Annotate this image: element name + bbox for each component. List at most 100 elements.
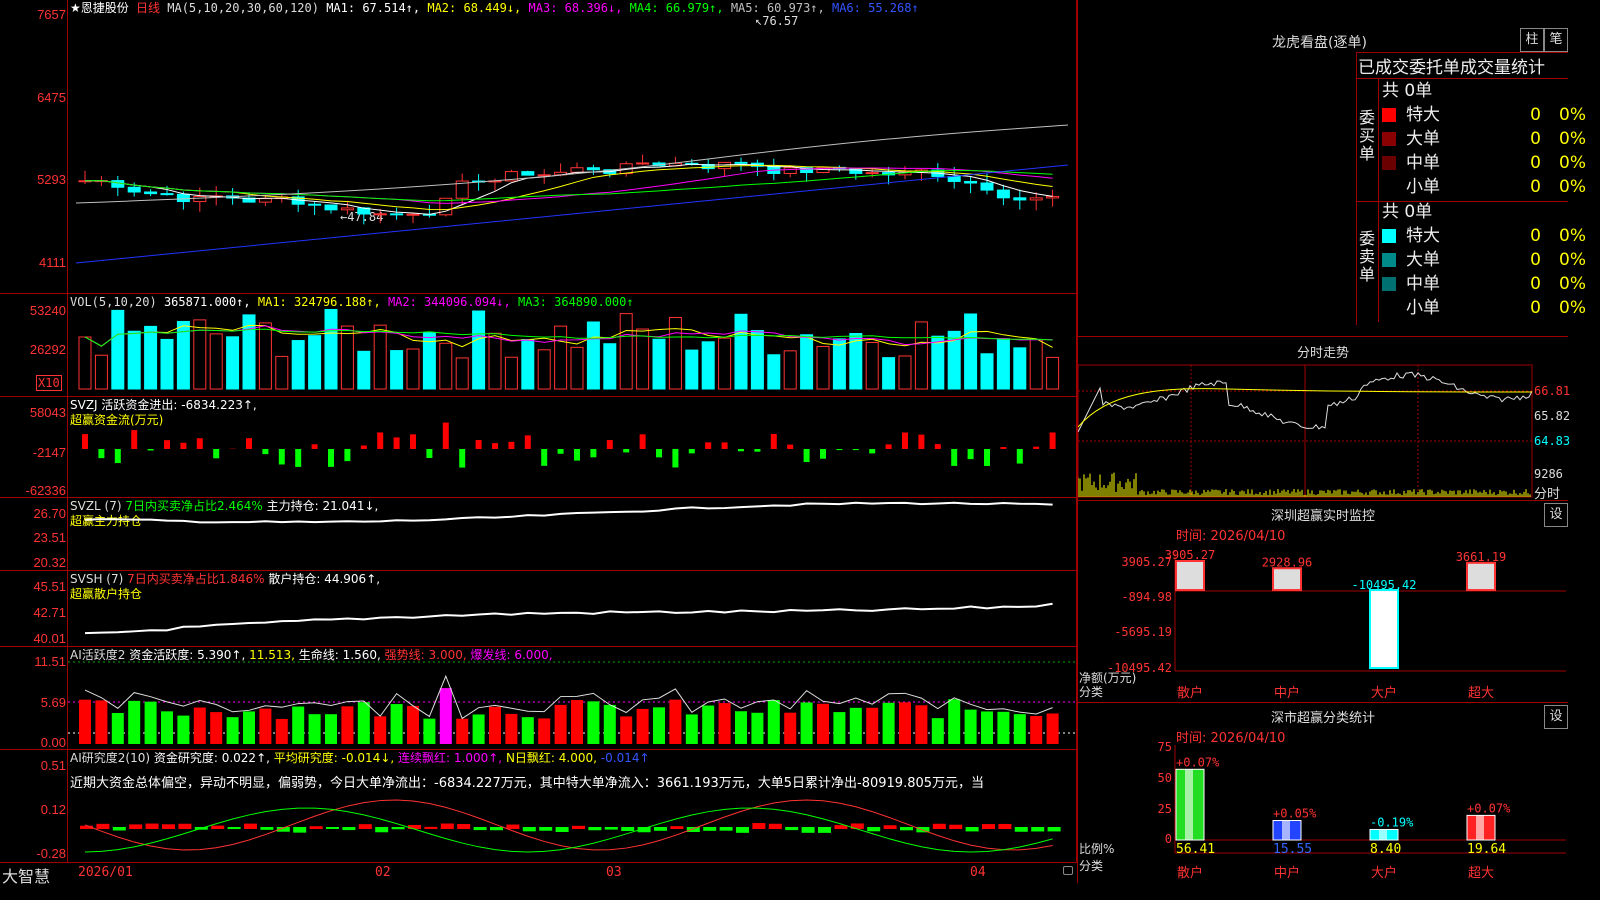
svzj-pane[interactable]: 58043 -2147 -62336 SVZJ 活跃资金进出: -6834.22… (0, 396, 1077, 498)
net-bar-2 (1369, 589, 1399, 669)
sell-pct: 0% (1559, 274, 1586, 294)
candle-body (996, 189, 1010, 199)
classify-chart[interactable]: +0.07% 56.41 散户 +0.05% 15.55 中户 -0.19% 8.40 大户 +0… (1078, 703, 1569, 883)
category-1: 中户 (1274, 685, 1300, 701)
buy-pct: 0% (1559, 129, 1586, 149)
activity-bar (1030, 716, 1043, 744)
research-bar (949, 824, 963, 829)
money-flow-bar (131, 430, 138, 449)
net-bar-3 (1466, 561, 1496, 592)
category-0: 散户 (1177, 865, 1203, 881)
change-0: +0.07% (1176, 755, 1220, 769)
activity-bar (981, 711, 993, 744)
sell-count: 0 (1530, 226, 1541, 246)
candlestick-chart[interactable] (0, 0, 1077, 293)
dragon-tiger-panel[interactable]: 龙虎看盘(逐单) 柱 笔 已成交委托单成交量统计 委买单 共 0单 特大 0 0% 大… (1077, 0, 1586, 336)
money-flow-bar (164, 440, 170, 449)
candle-body (521, 171, 535, 176)
candle-body (127, 186, 141, 193)
research-bar (391, 827, 405, 830)
money-flow-bar (196, 438, 203, 449)
svzl-chart[interactable] (0, 498, 1077, 571)
ratio-bar-shine-3 (1476, 815, 1484, 840)
activity-bar (620, 716, 633, 744)
volume-bar (504, 356, 518, 390)
svsh-chart[interactable] (0, 571, 1077, 647)
ai-active-pane[interactable]: 11.51 5.69 0.00 AI活跃度2 资金活跃度: 5.390↑, 11… (0, 646, 1077, 750)
research-bar (522, 827, 536, 832)
buy-name: 小单 (1406, 177, 1440, 197)
candle-body (1046, 195, 1060, 199)
change-2: -0.19% (1370, 815, 1414, 829)
intraday-panel[interactable]: 分时走势 66.81 65.82 64.83 9286 分时 (1077, 336, 1570, 502)
tick-mode-button[interactable]: 笔 (1544, 28, 1568, 52)
money-flow-bar (344, 449, 351, 462)
research-bar (965, 827, 979, 832)
activity-bar (407, 705, 419, 744)
classify-panel[interactable]: 深市超赢分类统计 设 时间: 2026/04/10 75 50 25 0 比例%… (1077, 702, 1568, 883)
research-bar (900, 827, 913, 831)
svsh-pane[interactable]: 45.51 42.71 40.01 SVSH (7) 7日内买卖净占比1.846… (0, 570, 1077, 647)
research-bar (342, 827, 356, 831)
candle-body (176, 193, 190, 203)
activity-bar (784, 712, 797, 744)
research-bar (1014, 827, 1028, 832)
ai-research-chart[interactable] (0, 750, 1077, 869)
money-flow-bar (278, 449, 285, 465)
ai-active-chart[interactable] (0, 647, 1077, 750)
volume-pane[interactable]: 53240 26292 X10 VOL(5,10,20) 365871.000↑… (0, 293, 1077, 397)
money-flow-bar (934, 444, 941, 449)
activity-bar (390, 704, 403, 744)
price-pane[interactable]: 7657 6475 5293 4111 ★恩捷股份 日线 MA(5,10,20,… (0, 0, 1077, 293)
research-bar (473, 827, 487, 831)
candle-body (193, 195, 207, 203)
buy-row: 小单 0 0% (1378, 175, 1586, 199)
sell-total-text: 共 0单 (1382, 202, 1433, 222)
volume-bar (160, 338, 174, 390)
date-label-2: 02 (375, 865, 391, 880)
footer-bar: 大智慧 2026/01 02 03 04 (0, 862, 1077, 886)
change-3: +0.07% (1467, 801, 1511, 815)
buy-count: 0 (1530, 153, 1541, 173)
bar-mode-button[interactable]: 柱 (1520, 28, 1544, 52)
svzj-chart[interactable] (0, 397, 1077, 498)
buy-swatch (1382, 132, 1396, 146)
research-bar (1047, 827, 1061, 832)
ratio-value-3: 19.64 (1467, 842, 1506, 857)
net-value-1: 2928.96 (1262, 555, 1313, 569)
activity-bar (210, 712, 223, 744)
intraday-chart[interactable] (1078, 337, 1569, 501)
sell-swatch (1382, 253, 1396, 267)
volume-bar (291, 340, 305, 390)
money-flow-bar (180, 442, 187, 449)
net-bar-0 (1175, 560, 1205, 592)
money-flow-bar (590, 449, 597, 458)
money-flow-bar (984, 449, 990, 466)
sell-name: 特大 (1406, 226, 1440, 246)
svzl-pane[interactable]: 26.70 23.51 20.32 SVZL (7) 7日内买卖净占比2.464… (0, 497, 1077, 571)
monitor-chart[interactable]: 3905.27 散户 2928.96 中户 -10495.42 大户 3661.19 超大 (1078, 501, 1569, 703)
activity-bar (456, 718, 469, 744)
buy-row: 中单 0 0% (1378, 151, 1586, 175)
lock-icon[interactable] (1063, 866, 1073, 875)
activity-bar (538, 718, 551, 744)
sell-row: 小单 0 0% (1378, 296, 1586, 320)
monitor-panel[interactable]: 深圳超赢实时监控 设 时间: 2026/04/10 3905.27 -894.9… (1077, 500, 1568, 703)
volume-bar (636, 328, 650, 390)
money-flow-bar (721, 442, 728, 449)
activity-bar (374, 716, 387, 744)
brand-logo[interactable]: 大智慧 (2, 863, 50, 887)
money-flow-bar (672, 449, 679, 468)
candle-body (636, 162, 650, 165)
volume-chart[interactable] (0, 294, 1077, 397)
ai-research-pane[interactable]: 0.51 0.12 -0.28 AI研究度2(10) 资金研究度: 0.022↑… (0, 749, 1077, 869)
money-flow-bar (1049, 432, 1056, 449)
sell-row: 大单 0 0% (1378, 248, 1586, 272)
research-bar (670, 826, 684, 829)
main-holding-line (84, 501, 1053, 524)
ma6-line (75, 164, 1069, 264)
money-flow-bar (1016, 449, 1023, 464)
money-flow-bar (114, 449, 121, 464)
volume-bar (521, 339, 535, 390)
money-flow-bar (606, 440, 613, 449)
